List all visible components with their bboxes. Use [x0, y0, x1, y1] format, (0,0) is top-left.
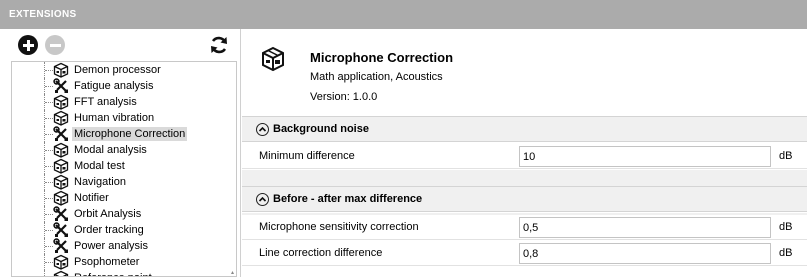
param-label: Microphone sensitivity correction — [259, 221, 419, 233]
tree-item-label: Orbit Analysis — [74, 208, 142, 220]
chevron-up-icon — [256, 122, 269, 136]
tree-item-label: Reference point — [72, 271, 154, 276]
tools-icon — [53, 78, 69, 94]
tree-item[interactable]: Human vibration — [12, 110, 236, 126]
tree-item[interactable]: Modal analysis — [12, 142, 236, 158]
line-correction-difference-input[interactable] — [519, 243, 771, 264]
minimum-difference-input[interactable] — [519, 146, 771, 167]
refresh-button[interactable] — [208, 34, 230, 56]
extensions-list-panel: Demon processor Fatigue analysis FFT analy… — [4, 29, 241, 277]
section-title: Before - after max difference — [273, 193, 423, 205]
title-bar: EXTENSIONS — [0, 0, 807, 29]
tree-item-label: Fatigue analysis — [74, 80, 154, 92]
tree-item-label: Power analysis — [74, 240, 148, 252]
tree-item-label: Modal analysis — [74, 144, 147, 156]
package-icon — [53, 62, 69, 78]
section-spacer — [242, 170, 807, 186]
tree-item[interactable]: Fatigue analysis — [12, 78, 236, 94]
tree-item[interactable]: Modal test — [12, 158, 236, 174]
package-icon — [262, 46, 284, 72]
section-title: Background noise — [273, 123, 369, 135]
microphone-sensitivity-correction-input[interactable] — [519, 217, 771, 238]
package-icon — [53, 158, 69, 174]
package-icon — [53, 110, 69, 126]
param-row-microphone-sensitivity-correction: Microphone sensitivity correction dB — [242, 215, 807, 240]
tools-icon — [53, 238, 69, 254]
tree-item-label: Notifier — [74, 192, 109, 204]
package-icon — [53, 94, 69, 110]
tree-item-label: Demon processor — [74, 64, 161, 76]
package-icon — [53, 254, 69, 270]
section-header-before-after-max-difference[interactable]: Before - after max difference — [242, 186, 807, 212]
tree-item-label: Order tracking — [74, 224, 144, 236]
tree-item-label: Navigation — [74, 176, 126, 188]
tools-icon — [53, 222, 69, 238]
remove-extension-button[interactable] — [45, 35, 65, 55]
param-row-minimum-difference: Minimum difference dB — [242, 144, 807, 169]
chevron-up-icon — [256, 192, 269, 206]
param-unit: dB — [779, 221, 793, 233]
param-label: Minimum difference — [259, 150, 355, 162]
extension-details-panel: Microphone Correction Math application, … — [242, 29, 807, 277]
tools-icon — [53, 126, 69, 142]
tree-item[interactable]: Reference point — [12, 270, 236, 276]
tree-item[interactable]: Demon processor — [12, 62, 236, 78]
remove-circle-icon — [45, 35, 65, 55]
package-icon — [53, 142, 69, 158]
tree-scrollbar[interactable] — [229, 62, 236, 276]
tree-item-label: Human vibration — [74, 112, 155, 124]
param-row-line-correction-difference: Line correction difference dB — [242, 241, 807, 266]
package-icon — [53, 270, 69, 276]
tree-item-label: Microphone Correction — [72, 127, 188, 141]
add-extension-button[interactable] — [18, 35, 38, 55]
package-icon — [53, 174, 69, 190]
tree-item[interactable]: FFT analysis — [12, 94, 236, 110]
extension-category: Math application, Acoustics — [310, 71, 443, 83]
param-unit: dB — [779, 150, 793, 162]
tree-item[interactable]: Navigation — [12, 174, 236, 190]
tree-item[interactable]: Notifier — [12, 190, 236, 206]
add-circle-icon — [18, 35, 38, 55]
tree-list: Demon processor Fatigue analysis FFT analy… — [12, 62, 236, 276]
tree-item[interactable]: Psophometer — [12, 254, 236, 270]
tree-item-label: FFT analysis — [74, 96, 137, 108]
tools-icon — [53, 206, 69, 222]
tree-item[interactable]: Power analysis — [12, 238, 236, 254]
param-unit: dB — [779, 247, 793, 259]
window-title: EXTENSIONS — [9, 9, 77, 20]
refresh-icon — [211, 36, 227, 54]
extension-title: Microphone Correction — [310, 50, 454, 65]
section-header-background-noise[interactable]: Background noise — [242, 116, 807, 142]
extensions-tree[interactable]: Demon processor Fatigue analysis FFT analy… — [11, 61, 237, 277]
tree-item[interactable]: Order tracking — [12, 222, 236, 238]
package-icon — [53, 190, 69, 206]
tree-item-label: Psophometer — [74, 256, 140, 268]
tree-item-label: Modal test — [74, 160, 125, 172]
tree-item[interactable]: Microphone Correction — [12, 126, 236, 142]
param-label: Line correction difference — [259, 247, 383, 259]
tree-item[interactable]: Orbit Analysis — [12, 206, 236, 222]
extension-version: Version: 1.0.0 — [310, 91, 378, 103]
